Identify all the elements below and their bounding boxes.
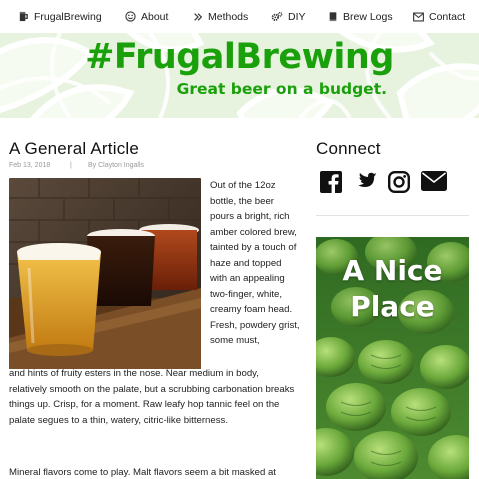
connect-heading: Connect [316, 139, 381, 158]
nav-item-diy[interactable]: DIY [271, 0, 306, 33]
hops-advertisement[interactable]: A Nice Place [316, 237, 469, 479]
smile-icon [125, 11, 136, 22]
nav-item-methods[interactable]: Methods [193, 0, 248, 33]
beer-mug-icon [18, 11, 29, 22]
gears-icon [271, 11, 283, 22]
book-icon [328, 11, 338, 22]
article-body-wide: and hints of fruity esters in the nose. … [9, 368, 295, 426]
site-title[interactable]: #FrugalBrewing [0, 37, 479, 77]
nav-item-about[interactable]: About [125, 0, 168, 33]
site-banner: #FrugalBrewing Great beer on a budget. [0, 33, 479, 118]
facebook-icon[interactable] [320, 171, 346, 195]
ad-text-line-1: A Nice [342, 254, 443, 287]
nav-label: Methods [208, 10, 249, 23]
instagram-icon[interactable] [388, 171, 414, 195]
article-body-paragraph-2: Mineral flavors come to play. Malt flavo… [9, 467, 276, 478]
twitter-icon[interactable] [353, 171, 379, 195]
envelope-icon [413, 12, 424, 22]
meta-separator: | [70, 162, 72, 169]
nav-label: Contact [429, 10, 466, 23]
nav-label: About [141, 10, 169, 23]
nav-item-brew-logs[interactable]: Brew Logs [328, 0, 393, 33]
double-chevron-right-icon [193, 12, 203, 22]
beer-flight-photo [9, 178, 201, 369]
article-body-narrow: Out of the 12oz bottle, the beer pours a… [210, 180, 300, 346]
article-meta: Feb 13, 2018 | By Clayton Ingalls [9, 162, 144, 169]
article-author: By Clayton Ingalls [88, 162, 145, 169]
ad-text-line-2: Place [350, 290, 435, 323]
top-navigation: FrugalBrewing About Methods DIY Brew Log… [0, 0, 479, 33]
nav-label: Brew Logs [343, 10, 393, 23]
email-icon[interactable] [421, 171, 447, 195]
article-date: Feb 13, 2018 [9, 162, 51, 169]
nav-label: DIY [288, 10, 306, 23]
nav-item-frugalbrewing[interactable]: FrugalBrewing [18, 0, 102, 33]
site-tagline: Great beer on a budget. [176, 80, 387, 98]
sidebar-divider [316, 215, 469, 216]
article-title[interactable]: A General Article [9, 139, 139, 159]
nav-item-contact[interactable]: Contact [413, 0, 465, 33]
nav-label: FrugalBrewing [34, 10, 102, 23]
ad-text: A Nice Place [316, 253, 469, 325]
